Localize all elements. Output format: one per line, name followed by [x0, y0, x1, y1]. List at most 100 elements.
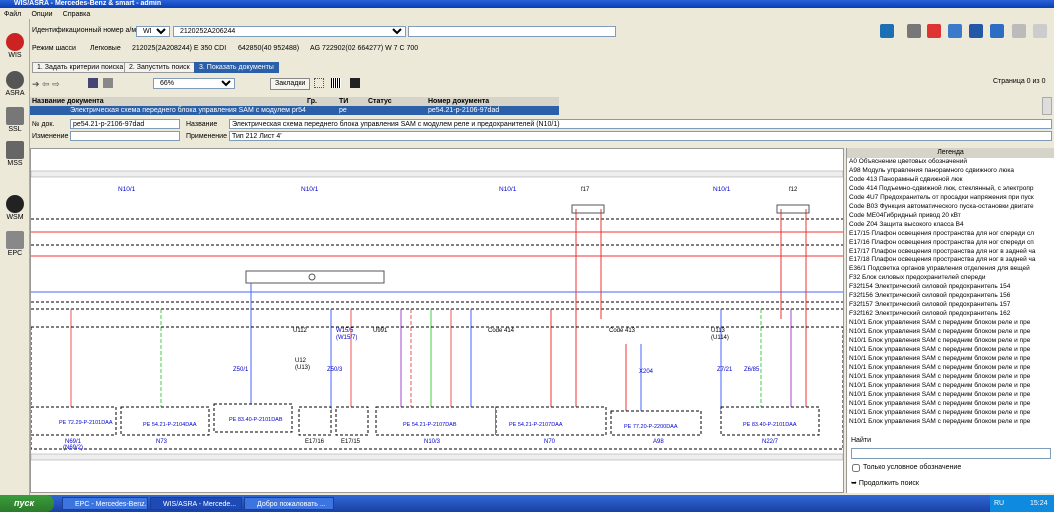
tab-show-documents[interactable]: 3. Показать документы	[194, 62, 279, 73]
vin-input[interactable]: 2120252A206244	[173, 26, 406, 37]
legend-item[interactable]: E17/15 Плафон освещения пространства для…	[849, 230, 1054, 239]
legend-item[interactable]: E17/16 Плафон освещения пространства для…	[849, 239, 1054, 248]
grid-scrollbar[interactable]	[1042, 97, 1052, 115]
start-button[interactable]: пуск	[0, 495, 54, 512]
continue-search-button[interactable]: ➥ Продолжить поиск	[851, 479, 919, 487]
doc-name-field: Электрическая схема переднего блока упра…	[229, 119, 1052, 129]
symbol-only-label: Только условное обозначение	[863, 464, 962, 471]
legend-item[interactable]: N10/1 Блок управления SAM с передним бло…	[849, 319, 1054, 328]
chassis-engine[interactable]: 642850(40 952488)	[238, 45, 299, 52]
grid-header: Название документа Гр. ТИ Статус Номер д…	[30, 97, 559, 106]
menu-file[interactable]: Файл	[0, 11, 25, 18]
sidebar-item-wsm[interactable]: WSM	[0, 195, 30, 221]
legend-item[interactable]: Code Z04 Защита высокого класса В4	[849, 221, 1054, 230]
doc-no-label: № док.	[32, 121, 55, 128]
legend-item[interactable]: N10/1 Блок управления SAM с передним бло…	[849, 391, 1054, 400]
legend-item[interactable]: N10/1 Блок управления SAM с передним бло…	[849, 328, 1054, 337]
task-epc[interactable]: EPC - Mercedes-Benz...	[62, 497, 148, 510]
legend-item[interactable]: E36/1 Подсветка органов управления отдел…	[849, 265, 1054, 274]
tab-run-search[interactable]: 2. Запустить поиск	[124, 62, 195, 73]
legend-item[interactable]: N10/1 Блок управления SAM с передним бло…	[849, 337, 1054, 346]
legend-item[interactable]: N10/1 Блок управления SAM с передним бло…	[849, 382, 1054, 391]
clock: 15:24	[1030, 500, 1048, 507]
label-n10-1-d: N10/1	[713, 186, 731, 193]
legend-item[interactable]: Code 414 Подъемно-сдвижной люк, стеклянн…	[849, 185, 1054, 194]
legend-item[interactable]: Code ME04Гибридный привод 20 кВт	[849, 212, 1054, 221]
car-icon	[6, 33, 24, 51]
col-status[interactable]: Статус	[368, 97, 392, 106]
ref-pe-83-40-2101daa: PE 83.40-P-2101DAA	[743, 422, 797, 428]
label-z6-85: Z6/85	[744, 367, 760, 373]
vin-type-select[interactable]: WDD	[136, 26, 170, 37]
legend-item[interactable]: Code B03 Функция автоматического пуска-о…	[849, 203, 1054, 212]
legend-item[interactable]: F32f162 Электрический силовой предохрани…	[849, 310, 1054, 319]
legend-item[interactable]: A98 Модуль управления панорамного сдвижн…	[849, 167, 1054, 176]
sidebar-item-wis[interactable]: WIS	[0, 33, 30, 59]
spark-icon	[6, 231, 24, 249]
legend-item[interactable]: N10/1 Блок управления SAM с передним бло…	[849, 364, 1054, 373]
legend-item[interactable]: F32f156 Электрический силовой предохрани…	[849, 292, 1054, 301]
legend-item[interactable]: A0 Объяснение цветовых обозначений	[849, 158, 1054, 167]
label-code-413: Code 413	[609, 328, 636, 334]
legend-item[interactable]: F32f154 Электрический силовой предохрани…	[849, 283, 1054, 292]
col-group[interactable]: Гр.	[307, 97, 317, 106]
book-icon[interactable]	[990, 24, 1004, 38]
symbol-only-checkbox[interactable]	[852, 464, 860, 472]
legend-item[interactable]: N10/1 Блок управления SAM с передним бло…	[849, 355, 1054, 364]
grid-icon[interactable]	[314, 78, 324, 88]
eraser-icon[interactable]	[927, 24, 941, 38]
legend-item[interactable]: N10/1 Блок управления SAM с передним бло…	[849, 409, 1054, 418]
settings-icon[interactable]	[948, 24, 962, 38]
menu-options[interactable]: Опции	[27, 11, 56, 18]
sidebar-label: EPC	[7, 250, 23, 257]
table-row[interactable]: Электрическая схема переднего блока упра…	[30, 106, 559, 115]
chassis-model[interactable]: 212025(2A208244) E 350 CDI	[132, 45, 226, 52]
chassis-type[interactable]: Легковые	[90, 45, 121, 52]
legend-item[interactable]: N10/1 Блок управления SAM с передним бло…	[849, 346, 1054, 355]
mail-icon[interactable]	[1012, 24, 1026, 38]
zoom-select[interactable]: 66%	[153, 78, 235, 89]
legend-item[interactable]: N10/1 Блок управления SAM с передним бло…	[849, 373, 1054, 382]
save-icon[interactable]	[88, 78, 98, 88]
bookmarks-button[interactable]: Закладки	[270, 78, 311, 90]
sidebar-label: WIS	[8, 52, 22, 59]
legend-item[interactable]: Code 413 Панорамный сдвижной люк	[849, 176, 1054, 185]
col-ti[interactable]: ТИ	[339, 97, 348, 106]
sidebar-item-ssl[interactable]: SSL	[0, 107, 30, 133]
legend-item[interactable]: N10/1 Блок управления SAM с передним бло…	[849, 418, 1054, 427]
print-icon[interactable]	[907, 24, 921, 38]
sidebar-item-asra[interactable]: ASRA	[0, 71, 30, 97]
wrench-icon	[6, 107, 24, 125]
find-input[interactable]	[851, 448, 1051, 459]
task-welcome[interactable]: Добро пожаловать ...	[244, 497, 334, 510]
chassis-transmission[interactable]: AG 722902(02 664277) W 7 C 700	[310, 45, 418, 52]
info-icon[interactable]	[969, 24, 983, 38]
wiring-diagram[interactable]: N10/1 N10/1 N10/1 N10/1 f17 f12 U112 W15…	[30, 148, 844, 493]
col-number[interactable]: Номер документа	[428, 97, 489, 106]
tab-search-criteria[interactable]: 1. Задать критерии поиска	[32, 62, 129, 73]
sidebar-label: ASRA	[5, 90, 25, 97]
legend-item[interactable]: N10/1 Блок управления SAM с передним бло…	[849, 400, 1054, 409]
sidebar-item-mss[interactable]: MSS	[0, 141, 30, 167]
nav-arrows[interactable]: ➔ ⇦ ⇨	[32, 78, 92, 90]
box-n70: N70	[544, 439, 556, 445]
car-list-icon[interactable]	[880, 24, 894, 38]
lang-indicator[interactable]: RU	[994, 495, 1004, 512]
fit-icon[interactable]	[103, 78, 113, 88]
legend-item[interactable]: E17/17 Плафон освещения пространства для…	[849, 248, 1054, 257]
sidebar-item-epc[interactable]: EPC	[0, 231, 30, 257]
col-name[interactable]: Название документа	[32, 97, 104, 106]
ref-pe-54-21-2107dab: PE 54.21-P-2107DAB	[403, 422, 457, 428]
ref-pe-77-20: PE 77.20-P-2200DAA	[624, 424, 678, 430]
legend-item[interactable]: F32 Блок силовых предохранителей спереди	[849, 274, 1054, 283]
legend-list[interactable]: A0 Объяснение цветовых обозначений A98 Мо…	[847, 158, 1054, 444]
legend-item[interactable]: F32f157 Электрический силовой предохрани…	[849, 301, 1054, 310]
window-icon[interactable]	[1033, 24, 1047, 38]
legend-item[interactable]: Code 4U7 Предохранитель от просадки напр…	[849, 194, 1054, 203]
page-indicator: Страница 0 из 0	[993, 78, 1046, 85]
cursor-icon[interactable]	[350, 78, 360, 88]
barcode-icon[interactable]	[331, 78, 341, 88]
task-wis[interactable]: WIS/ASRA - Mercede...	[150, 497, 242, 510]
legend-item[interactable]: E17/18 Плафон освещения пространства для…	[849, 256, 1054, 265]
menu-help[interactable]: Справка	[59, 11, 94, 18]
